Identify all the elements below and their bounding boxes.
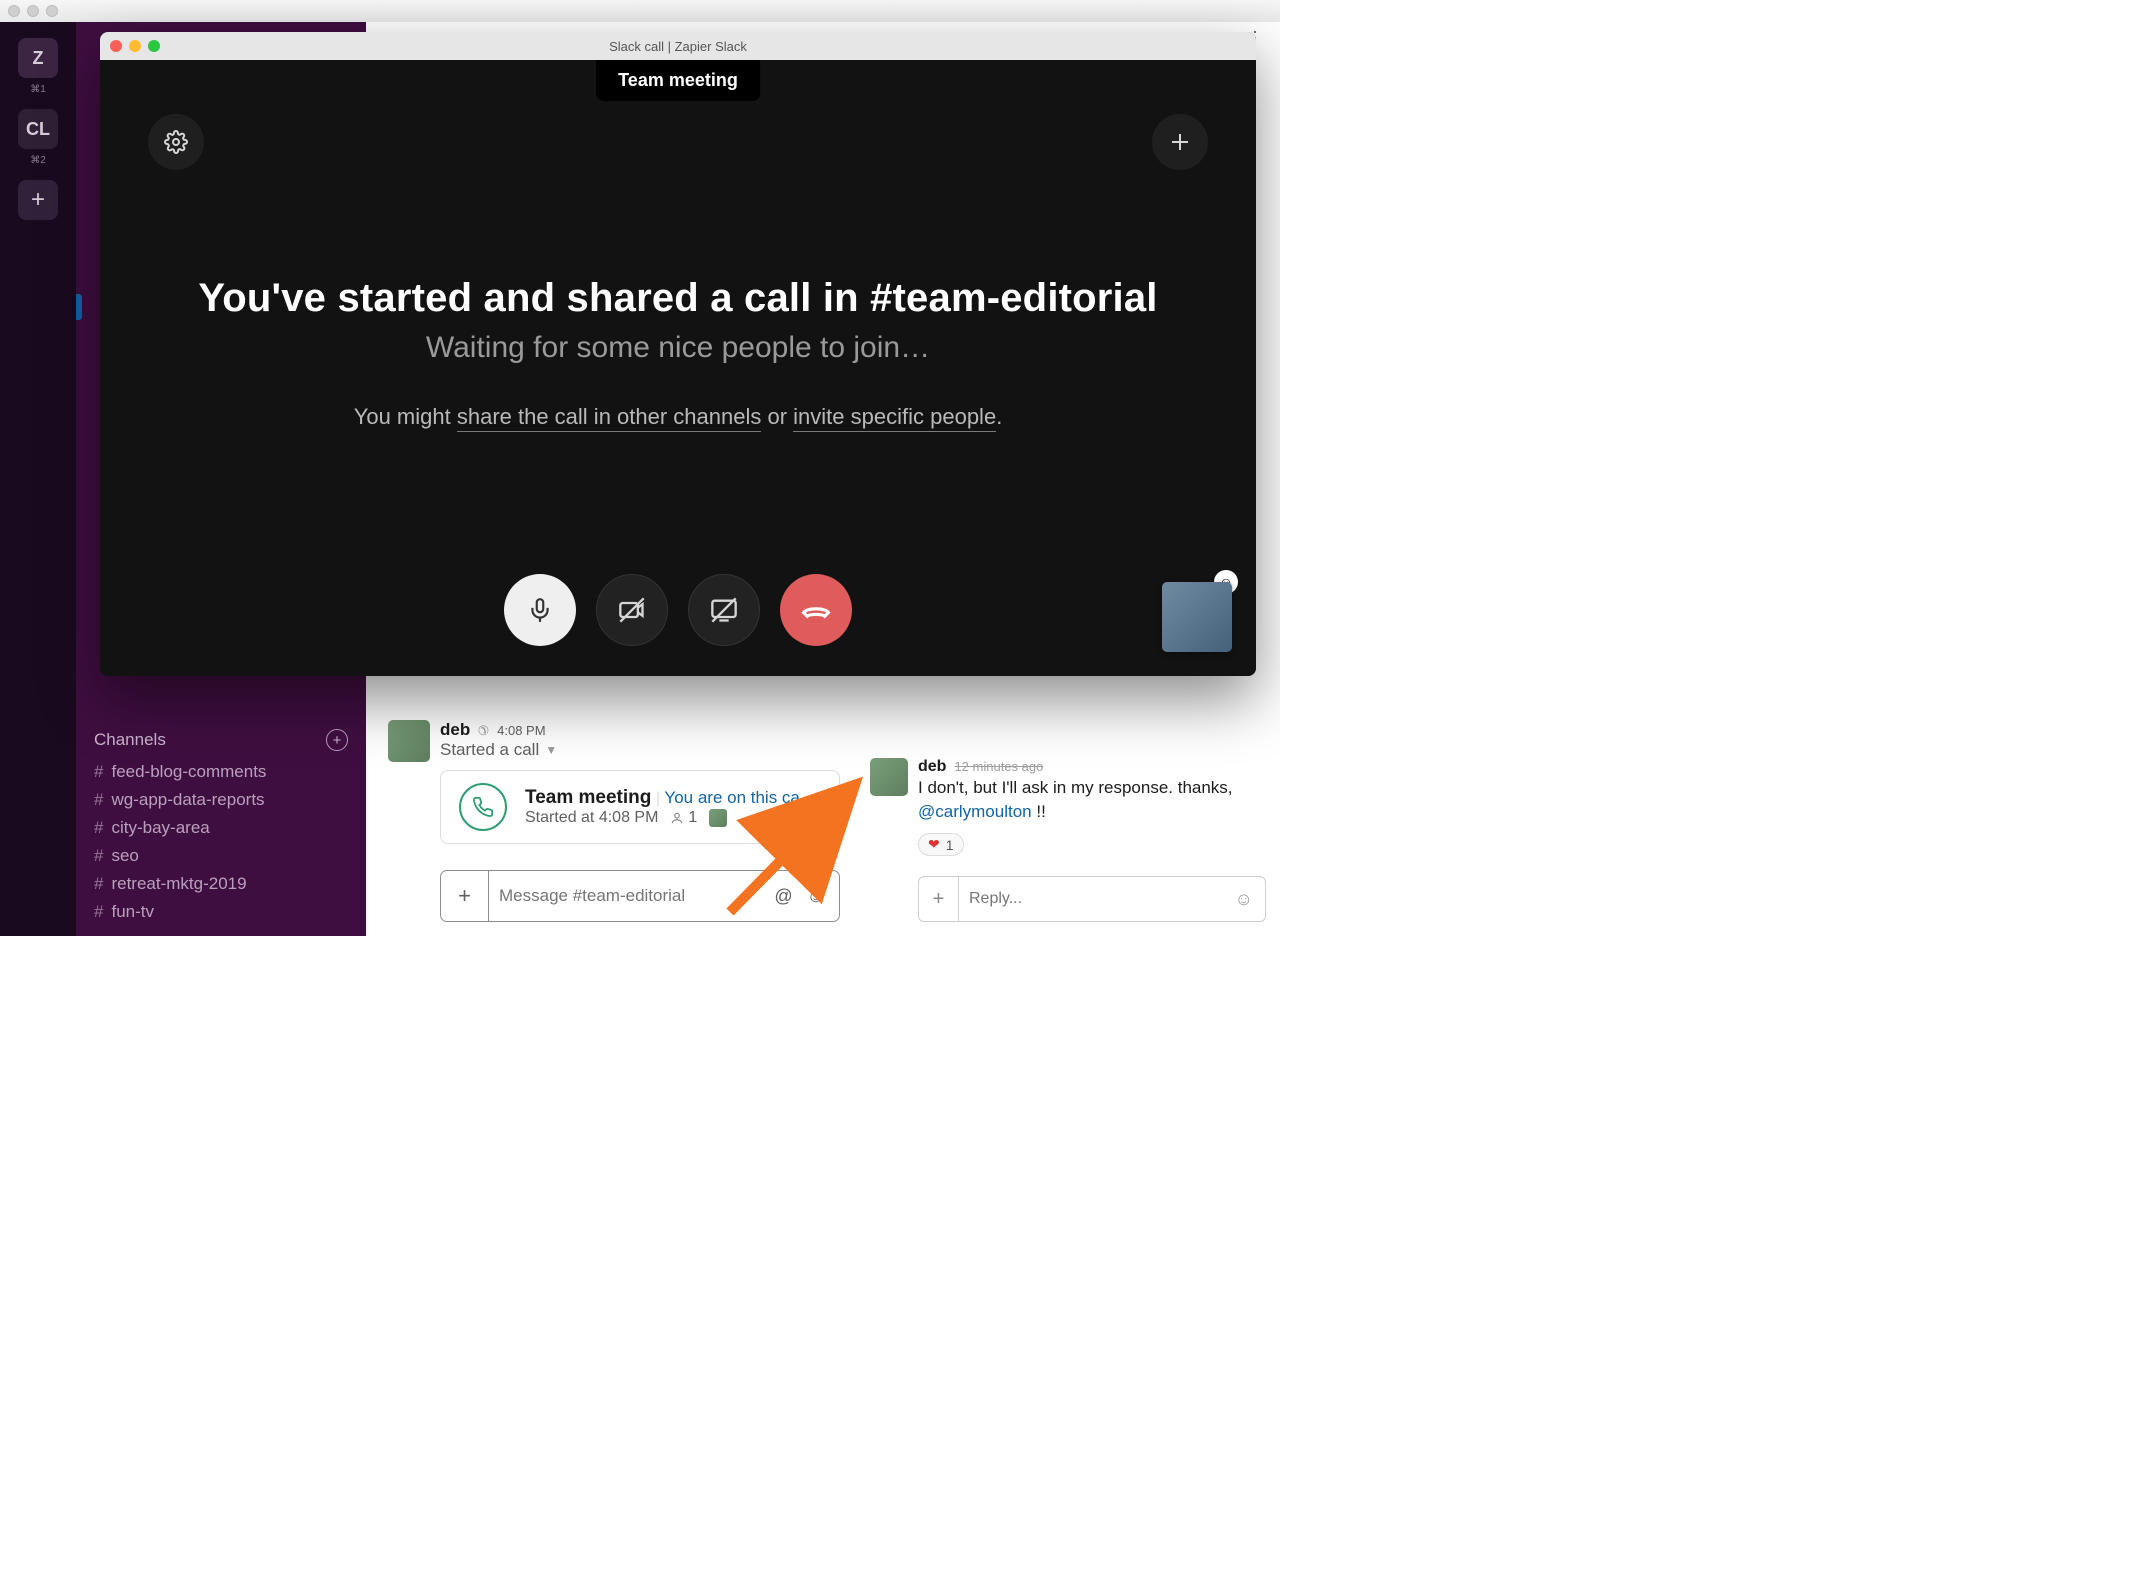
thread-text-suffix: !! bbox=[1032, 802, 1046, 821]
thread-text-prefix: I don't, but I'll ask in my response. th… bbox=[918, 778, 1233, 797]
sidebar-item-channel[interactable]: #city-bay-area bbox=[76, 814, 366, 842]
traffic-light-zoom[interactable] bbox=[148, 40, 160, 52]
thread-timestamp: 12 minutes ago bbox=[954, 759, 1043, 774]
reaction-count: 1 bbox=[946, 837, 954, 853]
add-channel-button[interactable]: + bbox=[326, 729, 348, 751]
participants-icon: 1 bbox=[670, 809, 697, 827]
emoji-icon[interactable]: ☺ bbox=[807, 886, 825, 907]
heart-icon: ❤ bbox=[928, 836, 940, 853]
share-screen-button[interactable] bbox=[688, 574, 760, 646]
traffic-light-minimize[interactable] bbox=[129, 40, 141, 52]
sidebar-item-channel[interactable]: #seo bbox=[76, 842, 366, 870]
mention-link[interactable]: @carlymoulton bbox=[918, 802, 1032, 821]
phone-icon: ✆ bbox=[478, 723, 489, 739]
screen-share-off-icon bbox=[710, 596, 738, 624]
emoji-icon[interactable]: ☺ bbox=[1223, 889, 1265, 910]
call-window-titlebar[interactable]: Slack call | Zapier Slack bbox=[100, 32, 1256, 60]
traffic-light-close[interactable] bbox=[8, 5, 20, 17]
sidebar-item-channel[interactable]: #feed-blog-comments bbox=[76, 758, 366, 786]
attach-button[interactable]: + bbox=[441, 871, 489, 921]
message-timestamp: 4:08 PM bbox=[497, 723, 545, 738]
workspace-switcher-2[interactable]: CL bbox=[18, 109, 58, 149]
call-hint: You might share the call in other channe… bbox=[100, 404, 1256, 430]
call-window-title: Slack call | Zapier Slack bbox=[100, 39, 1256, 54]
call-subheadline: Waiting for some nice people to join… bbox=[100, 331, 1256, 365]
active-channel-marker bbox=[76, 294, 82, 320]
call-settings-button[interactable] bbox=[148, 114, 204, 170]
traffic-light-close[interactable] bbox=[110, 40, 122, 52]
participant-avatar bbox=[709, 809, 727, 827]
call-started-text: Started at 4:08 PM bbox=[525, 809, 658, 827]
avatar[interactable] bbox=[388, 720, 430, 762]
invite-people-link[interactable]: invite specific people bbox=[793, 404, 996, 432]
microphone-icon bbox=[527, 597, 553, 623]
workspace-switcher-1[interactable]: Z bbox=[18, 38, 58, 78]
traffic-light-minimize[interactable] bbox=[27, 5, 39, 17]
message-author[interactable]: deb bbox=[440, 720, 470, 740]
hangup-button[interactable] bbox=[780, 574, 852, 646]
thread-author[interactable]: deb bbox=[918, 758, 946, 776]
composer-input[interactable] bbox=[489, 886, 760, 906]
hash-icon: # bbox=[94, 874, 103, 894]
call-title: Team meeting bbox=[525, 787, 651, 808]
call-headline: You've started and shared a call in #tea… bbox=[100, 276, 1256, 321]
video-button[interactable] bbox=[596, 574, 668, 646]
sidebar-item-channel[interactable]: #fun-tv bbox=[76, 898, 366, 926]
call-name-tab[interactable]: Team meeting bbox=[596, 60, 760, 101]
call-card[interactable]: Team meeting | You are on this ca Starte… bbox=[440, 770, 840, 844]
message-composer[interactable]: + @ ☺ bbox=[440, 870, 840, 922]
video-off-icon bbox=[618, 596, 646, 624]
hash-icon: # bbox=[94, 790, 103, 810]
sidebar-item-channel[interactable]: #retreat-mktg-2019 bbox=[76, 870, 366, 898]
hangup-icon bbox=[801, 595, 831, 625]
reply-input[interactable] bbox=[959, 890, 1223, 908]
mention-icon[interactable]: @ bbox=[774, 886, 792, 907]
workspace-rail: Z ⌘1 CL ⌘2 + bbox=[0, 22, 76, 936]
workspace-shortcut-1: ⌘1 bbox=[30, 84, 46, 95]
call-status: You are on this ca bbox=[664, 788, 799, 807]
chevron-down-icon[interactable]: ▼ bbox=[545, 743, 557, 757]
mac-titlebar bbox=[0, 0, 1280, 22]
message-subtitle: Started a call bbox=[440, 740, 539, 760]
avatar[interactable] bbox=[870, 758, 908, 796]
add-participant-button[interactable] bbox=[1152, 114, 1208, 170]
workspace-shortcut-2: ⌘2 bbox=[30, 155, 46, 166]
gear-icon bbox=[164, 130, 188, 154]
hash-icon: # bbox=[94, 818, 103, 838]
thread-panel: deb 12 minutes ago I don't, but I'll ask… bbox=[870, 758, 1266, 922]
sidebar-section-channels[interactable]: Channels + bbox=[76, 722, 366, 758]
reaction-chip[interactable]: ❤ 1 bbox=[918, 833, 964, 856]
sidebar-item-channel[interactable]: #wg-app-data-reports bbox=[76, 786, 366, 814]
thread-reply-composer[interactable]: + ☺ bbox=[918, 876, 1266, 922]
message: deb ✆ 4:08 PM Started a call ▼ bbox=[388, 720, 840, 922]
hash-icon: # bbox=[94, 762, 103, 782]
call-window: Slack call | Zapier Slack Team meeting Y… bbox=[100, 32, 1256, 676]
self-video-thumbnail[interactable] bbox=[1162, 582, 1232, 652]
traffic-light-zoom[interactable] bbox=[46, 5, 58, 17]
attach-button[interactable]: + bbox=[919, 877, 959, 921]
add-workspace-button[interactable]: + bbox=[18, 180, 58, 220]
share-call-link[interactable]: share the call in other channels bbox=[457, 404, 762, 432]
plus-icon bbox=[1168, 130, 1192, 154]
mute-button[interactable] bbox=[504, 574, 576, 646]
sidebar-section-label: Channels bbox=[94, 730, 166, 750]
phone-ring-icon bbox=[459, 783, 507, 831]
hash-icon: # bbox=[94, 902, 103, 922]
hash-icon: # bbox=[94, 846, 103, 866]
